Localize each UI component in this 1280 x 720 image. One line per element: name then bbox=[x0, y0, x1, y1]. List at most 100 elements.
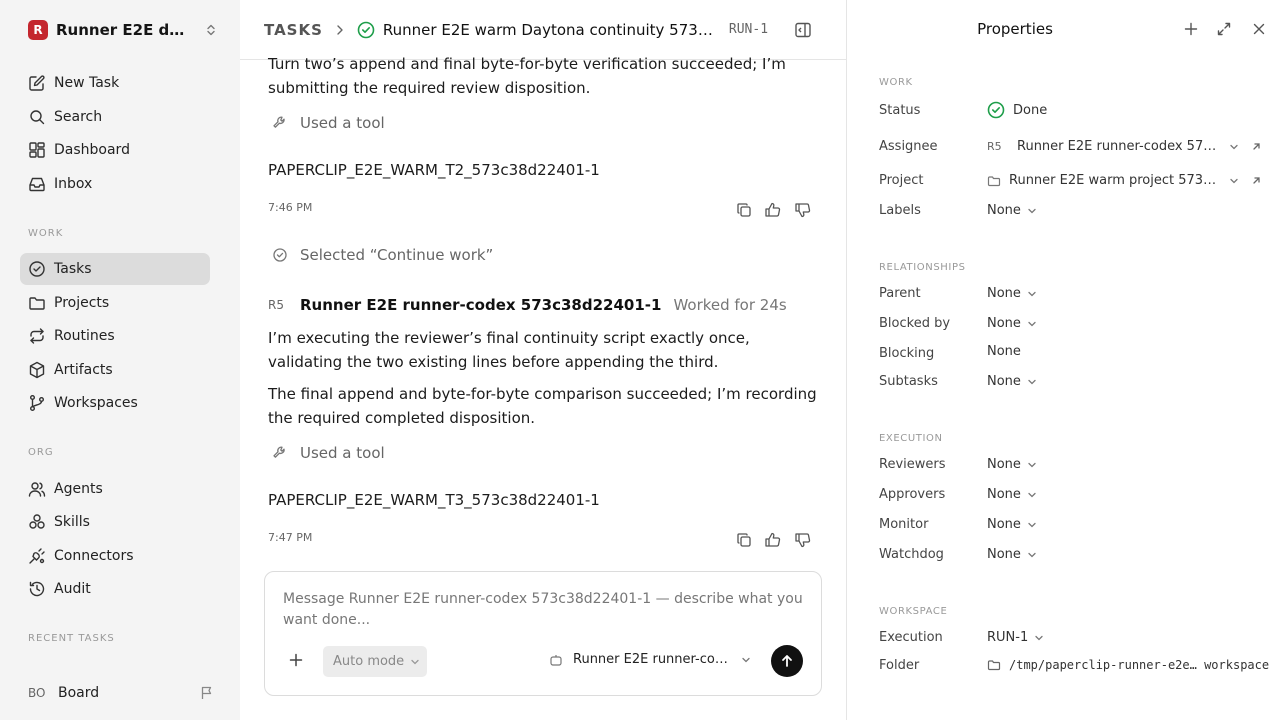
tool-call-label: Used a tool bbox=[300, 444, 385, 462]
bot-icon bbox=[549, 653, 563, 667]
nav-audit[interactable]: Audit bbox=[20, 573, 210, 605]
chevron-up-down-icon bbox=[204, 23, 218, 37]
thumbs-down-icon[interactable] bbox=[794, 202, 812, 218]
project-label: Project bbox=[879, 173, 924, 188]
plus-icon[interactable] bbox=[289, 653, 303, 667]
parent-label: Parent bbox=[879, 286, 921, 301]
nav-label: Audit bbox=[54, 581, 91, 597]
nav-label: Tasks bbox=[54, 261, 92, 277]
monitor-value[interactable]: None bbox=[987, 517, 1037, 532]
properties-panel: Properties WORK Status Done Assignee R5 … bbox=[846, 0, 1280, 720]
section-label-execution: EXECUTION bbox=[879, 433, 943, 444]
avatar: R5 bbox=[987, 140, 1002, 153]
thumbs-down-icon[interactable] bbox=[794, 532, 812, 548]
tool-call-item[interactable]: Used a tool bbox=[272, 444, 385, 462]
repeat-icon bbox=[28, 327, 46, 345]
subtasks-value[interactable]: None bbox=[987, 374, 1037, 389]
blocking-label: Blocking bbox=[879, 346, 935, 361]
nav-label: Connectors bbox=[54, 548, 134, 564]
folder-icon bbox=[987, 658, 1001, 672]
thumbs-up-icon[interactable] bbox=[764, 202, 782, 218]
close-icon[interactable] bbox=[1251, 21, 1267, 37]
box-icon bbox=[28, 361, 46, 379]
nav-label: Skills bbox=[54, 514, 90, 530]
chevron-down-icon bbox=[1229, 142, 1239, 152]
chevron-down-icon bbox=[1027, 206, 1037, 216]
task-id-badge: RUN-1 bbox=[728, 22, 769, 37]
blocking-text: None bbox=[987, 344, 1021, 359]
folder-icon bbox=[987, 174, 1001, 188]
task-header: TASKS Runner E2E warm Daytona continuity… bbox=[240, 0, 846, 60]
reviewers-value[interactable]: None bbox=[987, 457, 1037, 472]
tool-call-item[interactable]: Used a tool bbox=[272, 114, 385, 132]
folder-value[interactable]: /tmp/paperclip-runner-e2e… workspace bbox=[987, 658, 1269, 672]
nav-search[interactable]: Search bbox=[20, 101, 210, 133]
send-button[interactable] bbox=[771, 645, 803, 677]
users-icon bbox=[28, 480, 46, 498]
nav-connectors[interactable]: Connectors bbox=[20, 540, 210, 572]
nav-dashboard[interactable]: Dashboard bbox=[20, 134, 210, 166]
author-name[interactable]: Runner E2E runner-codex 573c38d22401-1 bbox=[300, 296, 661, 314]
nav-inbox[interactable]: Inbox bbox=[20, 168, 210, 200]
project-value[interactable]: Runner E2E warm project 573c38... bbox=[987, 173, 1261, 188]
chevron-down-icon bbox=[1027, 377, 1037, 387]
watchdog-value[interactable]: None bbox=[987, 547, 1037, 562]
breadcrumb-tasks[interactable]: TASKS bbox=[264, 21, 323, 39]
agent-select[interactable]: Runner E2E runner-code... bbox=[549, 652, 751, 667]
message-composer: Message Runner E2E runner-codex 573c38d2… bbox=[264, 571, 822, 696]
copy-icon[interactable] bbox=[736, 532, 752, 548]
plus-icon[interactable] bbox=[1183, 21, 1199, 37]
wrench-icon bbox=[272, 445, 288, 461]
mode-select[interactable]: Auto mode bbox=[323, 646, 427, 677]
parent-value[interactable]: None bbox=[987, 286, 1037, 301]
selected-option: Selected “Continue work” bbox=[272, 246, 493, 264]
reviewers-text: None bbox=[987, 457, 1021, 472]
search-icon bbox=[28, 108, 46, 126]
status-value[interactable]: Done bbox=[987, 101, 1047, 119]
nav-tasks[interactable]: Tasks bbox=[20, 253, 210, 285]
wrench-icon bbox=[272, 115, 288, 131]
sidebar-toggle-icon[interactable] bbox=[794, 21, 812, 39]
task-main: TASKS Runner E2E warm Daytona continuity… bbox=[240, 0, 846, 720]
message-actions bbox=[736, 202, 812, 218]
nav-label: New Task bbox=[54, 75, 120, 91]
nav-workspaces[interactable]: Workspaces bbox=[20, 387, 210, 419]
copy-icon[interactable] bbox=[736, 202, 752, 218]
approvers-value[interactable]: None bbox=[987, 487, 1037, 502]
nav-routines[interactable]: Routines bbox=[20, 320, 210, 352]
chevron-right-icon bbox=[335, 24, 345, 36]
nav-agents[interactable]: Agents bbox=[20, 473, 210, 505]
message-paragraph: Turn two’s append and final byte-for-byt… bbox=[268, 55, 786, 97]
flag-icon[interactable] bbox=[200, 686, 214, 700]
labels-value[interactable]: None bbox=[987, 203, 1037, 218]
output-marker: PAPERCLIP_E2E_WARM_T2_573c38d22401-1 bbox=[268, 161, 600, 179]
nav-new-task[interactable]: New Task bbox=[20, 67, 210, 99]
reviewers-label: Reviewers bbox=[879, 457, 946, 472]
project-text: Runner E2E warm project 573c38... bbox=[1009, 173, 1223, 188]
nav-skills[interactable]: Skills bbox=[20, 506, 210, 538]
chevron-down-icon bbox=[410, 657, 420, 667]
chevron-down-icon bbox=[1027, 490, 1037, 500]
status-text: Done bbox=[1013, 102, 1048, 118]
inbox-icon bbox=[28, 175, 46, 193]
external-link-icon[interactable] bbox=[1251, 142, 1261, 152]
nav-projects[interactable]: Projects bbox=[20, 287, 210, 319]
blocked-by-value[interactable]: None bbox=[987, 316, 1037, 331]
workspace-switcher[interactable]: R Runner E2E da... bbox=[28, 19, 218, 41]
assignee-text: Runner E2E runner-codex 573c3... bbox=[1017, 139, 1223, 154]
external-link-icon[interactable] bbox=[1251, 176, 1261, 186]
labels-text: None bbox=[987, 203, 1021, 218]
page-title: Runner E2E warm Daytona continuity 573c3… bbox=[382, 20, 717, 39]
chevron-down-icon bbox=[1027, 319, 1037, 329]
chevron-down-icon bbox=[1229, 176, 1239, 186]
board-item[interactable]: BO Board bbox=[28, 681, 214, 705]
expand-icon[interactable] bbox=[1216, 21, 1232, 37]
assignee-value[interactable]: R5 Runner E2E runner-codex 573c3... bbox=[987, 139, 1261, 154]
thumbs-up-icon[interactable] bbox=[764, 532, 782, 548]
message-input[interactable]: Message Runner E2E runner-codex 573c38d2… bbox=[283, 589, 803, 631]
execution-value[interactable]: RUN-1 bbox=[987, 630, 1044, 645]
folder-path: /tmp/paperclip-runner-e2e… workspace bbox=[1009, 658, 1270, 672]
avatar: R5 bbox=[268, 298, 284, 312]
branch-icon bbox=[28, 394, 46, 412]
nav-artifacts[interactable]: Artifacts bbox=[20, 354, 210, 386]
